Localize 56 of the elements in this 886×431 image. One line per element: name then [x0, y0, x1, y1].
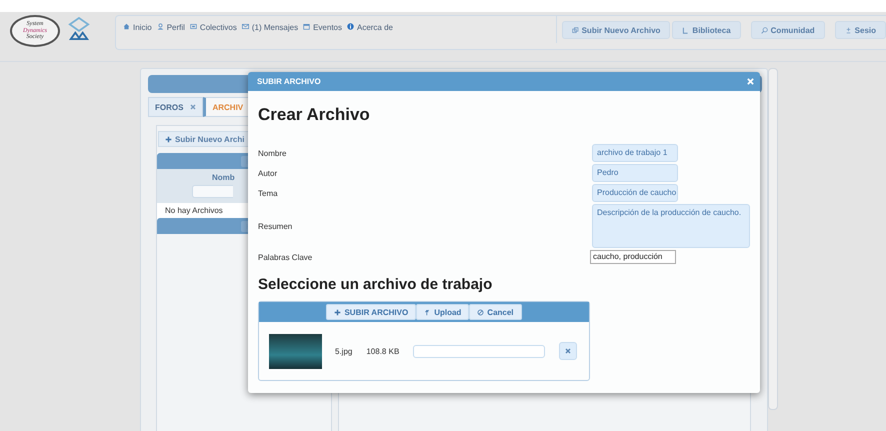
field-label: Nombre [258, 148, 286, 158]
nav-link[interactable]: Inicio [123, 23, 152, 49]
tab[interactable]: ARCHIV [203, 97, 250, 117]
user-icon [156, 23, 164, 30]
info-icon [346, 23, 354, 30]
toolbar-button[interactable]: Comunidad [750, 21, 825, 39]
field-label: Resumen [258, 222, 292, 230]
close-button[interactable] [747, 78, 754, 85]
book-icon [682, 26, 690, 34]
upload-button[interactable]: Upload [416, 304, 470, 320]
field-value[interactable]: archivo de trabajo 1 [592, 144, 678, 162]
filter-field[interactable] [192, 185, 233, 198]
tab[interactable]: FOROS [148, 97, 204, 117]
column-title: Nomb [212, 173, 235, 182]
field-value[interactable]: Producción de caucho [592, 184, 678, 202]
plus-minus-icon [844, 26, 852, 34]
nav-link[interactable]: Perfil [156, 23, 185, 49]
copy-icon [572, 26, 579, 34]
cancel-icon [477, 308, 484, 316]
remove-button[interactable] [559, 342, 578, 360]
home-icon [123, 23, 130, 30]
keywords-field[interactable]: caucho, producción [590, 250, 676, 264]
section-heading: Seleccione un archivo de trabajo [258, 276, 492, 293]
toolbar-button[interactable]: Sesio [834, 21, 886, 39]
mail-icon [242, 23, 249, 30]
close-icon [565, 348, 572, 354]
nav-link[interactable]: (1) Mensajes [242, 23, 298, 49]
field-value[interactable]: Pedro [592, 164, 678, 182]
file-description-field[interactable] [413, 344, 546, 358]
close-icon [747, 78, 754, 85]
dialog-heading: Crear Archivo [258, 105, 370, 125]
scrollbar[interactable] [768, 68, 778, 410]
field-label: Tema [258, 188, 278, 198]
calendar-icon [303, 23, 310, 30]
plus-icon [334, 308, 342, 316]
close-icon [190, 104, 196, 110]
toolbar-button[interactable]: Subir Nuevo Archivo [562, 21, 670, 39]
upload-button[interactable]: Cancel [469, 304, 522, 320]
upload-button[interactable]: SUBIR ARCHIVO [326, 304, 416, 320]
group-icon [190, 23, 197, 30]
nav-link[interactable]: Colectivos [190, 23, 237, 49]
search-icon [760, 26, 768, 34]
empty-message: No hay Archivos [164, 205, 224, 217]
field-label: Palabras Clave [258, 252, 312, 262]
nav-link[interactable]: Acerca de [346, 23, 394, 49]
toolbar-button[interactable]: Biblioteca [672, 21, 741, 39]
emblem-icon [68, 17, 90, 41]
dialog-title: SUBIR ARCHIVO [257, 77, 321, 86]
file-name: 5.jpg [335, 346, 352, 356]
field-label: Autor [258, 168, 278, 178]
file-size: 108.8 KB [366, 346, 400, 356]
arrow-icon [424, 308, 432, 316]
photo-placeholder [269, 334, 322, 368]
summary-field[interactable]: Descripción de la producción de caucho. [592, 204, 750, 248]
nav-link[interactable]: Eventos [303, 23, 342, 49]
plus-icon [165, 136, 172, 142]
